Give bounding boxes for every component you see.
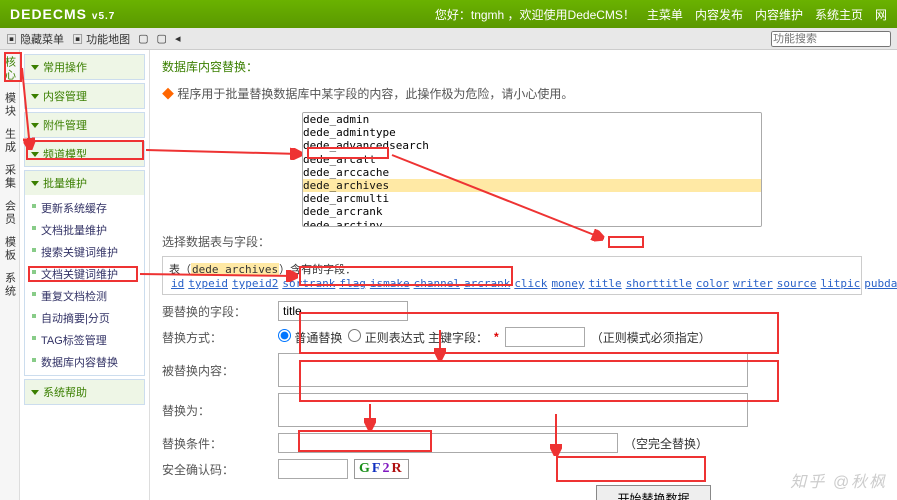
rail-member[interactable]: 会员 [2, 198, 18, 228]
mode-label: 替换方式： [162, 329, 272, 346]
mode-note: （正则模式必须指定） [591, 329, 711, 346]
sidebar-group-help[interactable]: 系统帮助 [25, 380, 144, 404]
field-link[interactable]: litpic [821, 277, 861, 290]
field-link[interactable]: arcrank [464, 277, 510, 290]
field-link[interactable]: shorttitle [626, 277, 692, 290]
nav-more[interactable]: 网 [875, 6, 887, 23]
sidebar-group-common[interactable]: 常用操作 [25, 55, 144, 79]
field-link[interactable]: typeid2 [232, 277, 278, 290]
rail-collect[interactable]: 采集 [2, 162, 18, 192]
greeting-text: 您好：tngmh ，欢迎使用DedeCMS！ [435, 6, 635, 23]
table-select[interactable]: dede_admindede_admintypedede_advancedsea… [302, 112, 762, 227]
sidebar: 常用操作 内容管理 附件管理 频道模型 批量维护 更新系统缓存 文档批量维护 搜… [20, 50, 150, 500]
function-search-input[interactable] [771, 31, 891, 47]
submit-replace-button[interactable]: 开始替换数据 [596, 485, 710, 500]
nav-maintain[interactable]: 内容维护 [755, 6, 803, 23]
condition-note: （空完全替换） [624, 435, 708, 452]
sidebar-group-content[interactable]: 内容管理 [25, 84, 144, 108]
page-title: 数据库内容替换： [162, 58, 885, 75]
sidebar-item[interactable]: TAG标签管理 [25, 329, 144, 351]
table-option[interactable]: dede_arccache [303, 166, 761, 179]
condition-label: 替换条件： [162, 435, 272, 452]
table-option[interactable]: dede_arcatt [303, 153, 761, 166]
fields-box: 表（dede_archives）含有的字段： idtypeidtypeid2so… [162, 256, 862, 295]
mode-normal-radio[interactable]: 普通替换 [278, 329, 342, 346]
watermark: 知乎 @秋枫 [790, 468, 887, 492]
table-option[interactable]: dede_archives [303, 179, 761, 192]
table-option[interactable]: dede_admintype [303, 126, 761, 139]
pk-field-input[interactable] [505, 327, 585, 347]
field-link[interactable]: flag [339, 277, 366, 290]
sidebar-item-db-replace[interactable]: 数据库内容替换 [25, 351, 144, 373]
rail-system[interactable]: 系统 [2, 270, 18, 300]
field-link[interactable]: ismake [370, 277, 410, 290]
table-option[interactable]: dede_arctiny [303, 219, 761, 228]
captcha-image[interactable]: GF2R [354, 459, 409, 479]
sub-toolbar: ▣ 隐藏菜单 ▣ 功能地图 ▢ ▢ ◂ [0, 28, 897, 50]
sidebar-group-channel[interactable]: 频道模型 [25, 142, 144, 166]
field-link[interactable]: id [171, 277, 184, 290]
sidebar-group-attach[interactable]: 附件管理 [25, 113, 144, 137]
sidebar-item[interactable]: 文档批量维护 [25, 219, 144, 241]
field-link[interactable]: click [514, 277, 547, 290]
hide-menu-link[interactable]: ▣ 隐藏菜单 [6, 31, 64, 47]
toolbar-icon[interactable]: ▢ [157, 32, 167, 45]
field-link[interactable]: channel [414, 277, 460, 290]
captcha-label: 安全确认码： [162, 461, 272, 478]
toolbar-icon[interactable]: ◂ [175, 32, 181, 45]
sidebar-item[interactable]: 文档关键词维护 [25, 263, 144, 285]
rail-template[interactable]: 模板 [2, 234, 18, 264]
content-to-textarea[interactable] [278, 393, 748, 427]
rail-module[interactable]: 模块 [2, 90, 18, 120]
field-link[interactable]: color [696, 277, 729, 290]
sidebar-item[interactable]: 自动摘要|分页 [25, 307, 144, 329]
mode-regex-radio[interactable]: 正则表达式 主键字段： [348, 329, 488, 346]
replace-field-input[interactable] [278, 301, 408, 321]
field-link[interactable]: money [551, 277, 584, 290]
toolbar-icon[interactable]: ▢ [138, 32, 148, 45]
field-link[interactable]: title [589, 277, 622, 290]
warning-tip: ◆ 程序用于批量替换数据库中某字段的内容，此操作极为危险，请小心使用。 [162, 81, 885, 106]
rail-core[interactable]: 核心 [2, 54, 18, 84]
brand-logo: DEDECMS v5.7 [10, 6, 115, 22]
table-option[interactable]: dede_arcrank [303, 205, 761, 218]
table-option[interactable]: dede_advancedsearch [303, 139, 761, 152]
content-from-textarea[interactable] [278, 353, 748, 387]
table-option[interactable]: dede_arcmulti [303, 192, 761, 205]
field-link[interactable]: pubdate [864, 277, 897, 290]
nav-main[interactable]: 主菜单 [647, 6, 683, 23]
top-nav: 您好：tngmh ，欢迎使用DedeCMS！ 主菜单 内容发布 内容维护 系统主… [435, 6, 887, 23]
field-link[interactable]: source [777, 277, 817, 290]
sitemap-link[interactable]: ▣ 功能地图 [72, 31, 130, 47]
sidebar-item[interactable]: 更新系统缓存 [25, 197, 144, 219]
captcha-input[interactable] [278, 459, 348, 479]
sidebar-group-batch[interactable]: 批量维护 [25, 171, 144, 195]
app-header: DEDECMS v5.7 您好：tngmh ，欢迎使用DedeCMS！ 主菜单 … [0, 0, 897, 28]
condition-input[interactable] [278, 433, 618, 453]
main-panel: 数据库内容替换： ◆ 程序用于批量替换数据库中某字段的内容，此操作极为危险，请小… [150, 50, 897, 500]
nav-home[interactable]: 系统主页 [815, 6, 863, 23]
sidebar-item[interactable]: 搜索关键词维护 [25, 241, 144, 263]
rail-generate[interactable]: 生成 [2, 126, 18, 156]
field-link[interactable]: sortrank [282, 277, 335, 290]
select-table-label: 选择数据表与字段： [162, 233, 272, 250]
required-star-icon: * [494, 330, 499, 344]
replace-field-label: 要替换的字段： [162, 303, 272, 320]
sidebar-item[interactable]: 重复文档检测 [25, 285, 144, 307]
section-rail: 核心 模块 生成 采集 会员 模板 系统 [0, 50, 20, 500]
field-link[interactable]: typeid [188, 277, 228, 290]
table-option[interactable]: dede_admin [303, 113, 761, 126]
nav-publish[interactable]: 内容发布 [695, 6, 743, 23]
content-from-label: 被替换内容： [162, 362, 272, 379]
field-link[interactable]: writer [733, 277, 773, 290]
content-to-label: 替换为： [162, 402, 272, 419]
